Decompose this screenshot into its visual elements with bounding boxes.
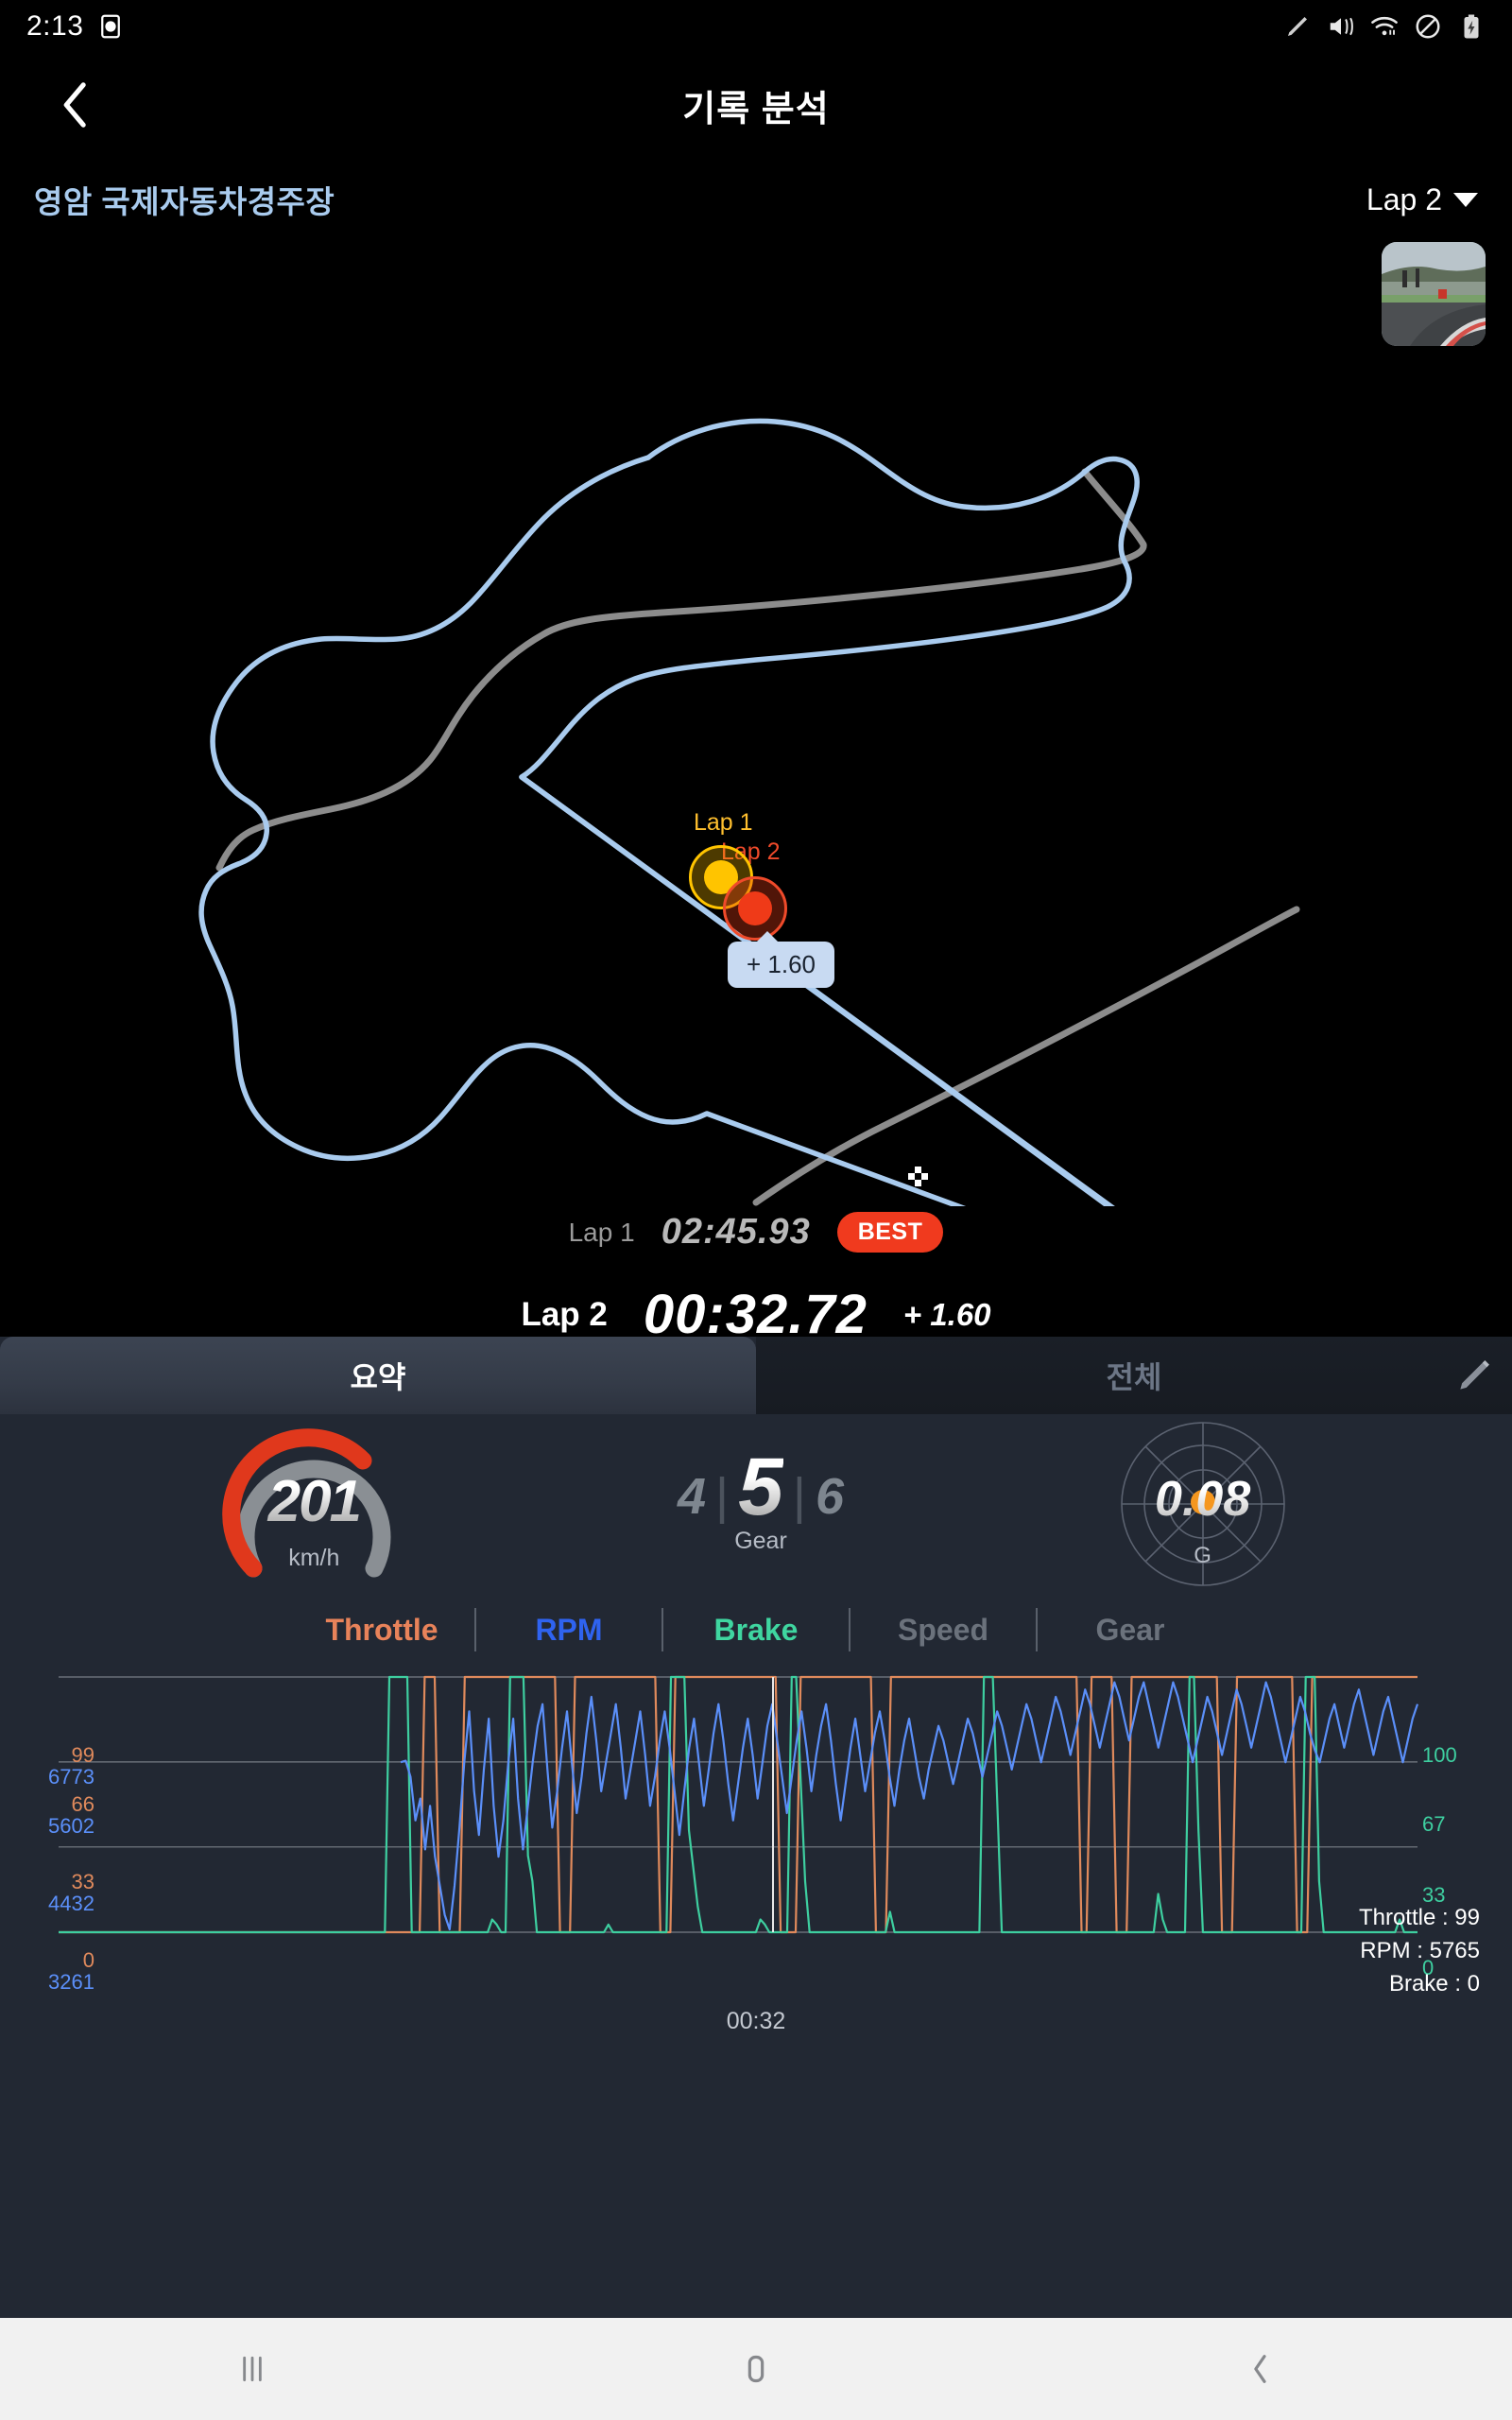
do-not-disturb-icon [1416, 14, 1440, 39]
axis-rpm-5602: 5602 [48, 1814, 94, 1839]
delta-tooltip: + 1.60 [728, 931, 835, 988]
gforce-gauge: 0.08 G [1113, 1414, 1293, 1594]
track-map[interactable]: Lap 1 Lap 2 + 1.60 [0, 242, 1512, 1206]
home-button[interactable] [730, 2342, 782, 2395]
pencil-icon[interactable] [1453, 1355, 1495, 1396]
axis-rpm-4432: 4432 [48, 1892, 94, 1916]
axis-throttle-33: 33 [71, 1870, 94, 1893]
chart-x-tick-label: 00:32 [726, 2008, 786, 2034]
tab-all[interactable]: 전체 [756, 1337, 1512, 1414]
track-name: 영암 국제자동차경주장 [34, 184, 335, 219]
axis-throttle-0: 0 [82, 1948, 94, 1972]
legend-rpm[interactable]: RPM [476, 1613, 662, 1648]
speed-value: 201 [219, 1468, 408, 1535]
legend-speed[interactable]: Speed [850, 1613, 1036, 1648]
back-button-nav[interactable] [1233, 2342, 1286, 2395]
axis-left-tick-0: 99 6773 [0, 1744, 94, 1788]
axis-throttle-66: 66 [71, 1792, 94, 1816]
track-map-svg [198, 418, 1300, 1206]
status-clock: 2:13 [26, 10, 84, 42]
battery-charging-icon [1464, 14, 1479, 39]
status-bar-left: 2:13 [26, 10, 125, 43]
lap1-time: 02:45.93 [661, 1212, 811, 1252]
readout-rpm: RPM : 5765 [1360, 1937, 1480, 1963]
recents-icon [242, 2356, 262, 2382]
speed-gauge: 201 km/h [219, 1419, 408, 1589]
back-button[interactable] [49, 78, 102, 131]
lap2-delta: + 1.60 [902, 1296, 991, 1332]
gear-label: Gear [734, 1528, 787, 1555]
gear-gauge: 4 | 5 | 6 Gear [677, 1441, 844, 1556]
home-icon [747, 2355, 765, 2383]
analysis-panel: 요약 전체 201 km/h 4 | 5 | 6 Gear 0.08 G Thr… [0, 1337, 1512, 2318]
marker-label-lap1: Lap 1 [694, 809, 753, 836]
gear-current: 5 [738, 1441, 783, 1532]
best-badge: BEST [836, 1212, 944, 1253]
comparison-lap-path [215, 468, 1300, 1206]
axis-left-tick-3: 0 3261 [0, 1949, 94, 1993]
alarm-icon [101, 14, 121, 39]
readout-throttle: Throttle : 99 [1358, 1905, 1480, 1930]
lap1-name: Lap 1 [568, 1217, 635, 1247]
chart-legend: Throttle RPM Brake Speed Gear [0, 1594, 1512, 1666]
status-bar-right [1283, 12, 1486, 41]
track-header: 영암 국제자동차경주장 Lap 2 [0, 157, 1512, 242]
telemetry-chart[interactable] [0, 1669, 1512, 1944]
tab-all-label: 전체 [1106, 1360, 1162, 1394]
gear-separator-left: | [715, 1468, 730, 1526]
telemetry-chart-svg [59, 1675, 1419, 1934]
gforce-label: G [1194, 1543, 1211, 1568]
telemetry-readout: Throttle : 99 RPM : 5765 Brake : 0 [1359, 1902, 1480, 2000]
status-bar: 2:13 [0, 0, 1512, 53]
start-finish-marker [908, 1167, 928, 1186]
app-bar: 기록 분석 [0, 53, 1512, 157]
legend-gear[interactable]: Gear [1038, 1613, 1223, 1648]
gear-next: 6 [815, 1468, 844, 1526]
axis-rpm-6773: 6773 [48, 1765, 94, 1789]
mute-vibrate-icon [1330, 17, 1353, 36]
chevron-down-icon [1453, 192, 1478, 207]
tab-summary[interactable]: 요약 [0, 1337, 756, 1414]
lap-selector[interactable]: Lap 2 [1366, 182, 1478, 217]
page-title: 기록 분석 [682, 89, 830, 130]
axis-brake-100: 100 [1422, 1743, 1457, 1767]
track-photo-image [1382, 242, 1486, 346]
recents-button[interactable] [226, 2342, 279, 2395]
lap-selector-label: Lap 2 [1366, 182, 1442, 216]
gear-prev: 4 [677, 1468, 707, 1526]
axis-throttle-99: 99 [71, 1743, 94, 1767]
axis-left-tick-2: 33 4432 [0, 1871, 94, 1914]
axis-rpm-3261: 3261 [48, 1970, 94, 1995]
axis-brake-67: 67 [1422, 1812, 1446, 1836]
gear-separator-right: | [792, 1468, 806, 1526]
gauge-row: 201 km/h 4 | 5 | 6 Gear 0.08 G [0, 1414, 1512, 1594]
legend-throttle[interactable]: Throttle [289, 1613, 474, 1648]
android-nav-bar [0, 2318, 1512, 2420]
track-photo-thumbnail[interactable] [1382, 242, 1486, 346]
readout-brake: Brake : 0 [1388, 1970, 1480, 1996]
tab-summary-label: 요약 [350, 1360, 406, 1394]
stylus-icon [1288, 17, 1307, 36]
lap2-marker-dot[interactable] [738, 891, 772, 925]
gear-row: 4 | 5 | 6 [677, 1441, 844, 1532]
wifi-icon [1371, 16, 1398, 36]
lap2-name: Lap 2 [521, 1295, 608, 1333]
legend-brake[interactable]: Brake [663, 1613, 849, 1648]
back-chevron-icon [63, 82, 86, 128]
reference-lap-path-right [519, 418, 1140, 1206]
gforce-value: 0.08 [1113, 1471, 1293, 1528]
axis-left-tick-1: 66 5602 [0, 1793, 94, 1837]
back-icon [1254, 2355, 1266, 2383]
tab-bar: 요약 전체 [0, 1337, 1512, 1414]
lap1-row: Lap 1 02:45.93 BEST [0, 1212, 1512, 1253]
start-straight-path [519, 774, 1113, 1206]
speed-unit: km/h [288, 1545, 340, 1571]
